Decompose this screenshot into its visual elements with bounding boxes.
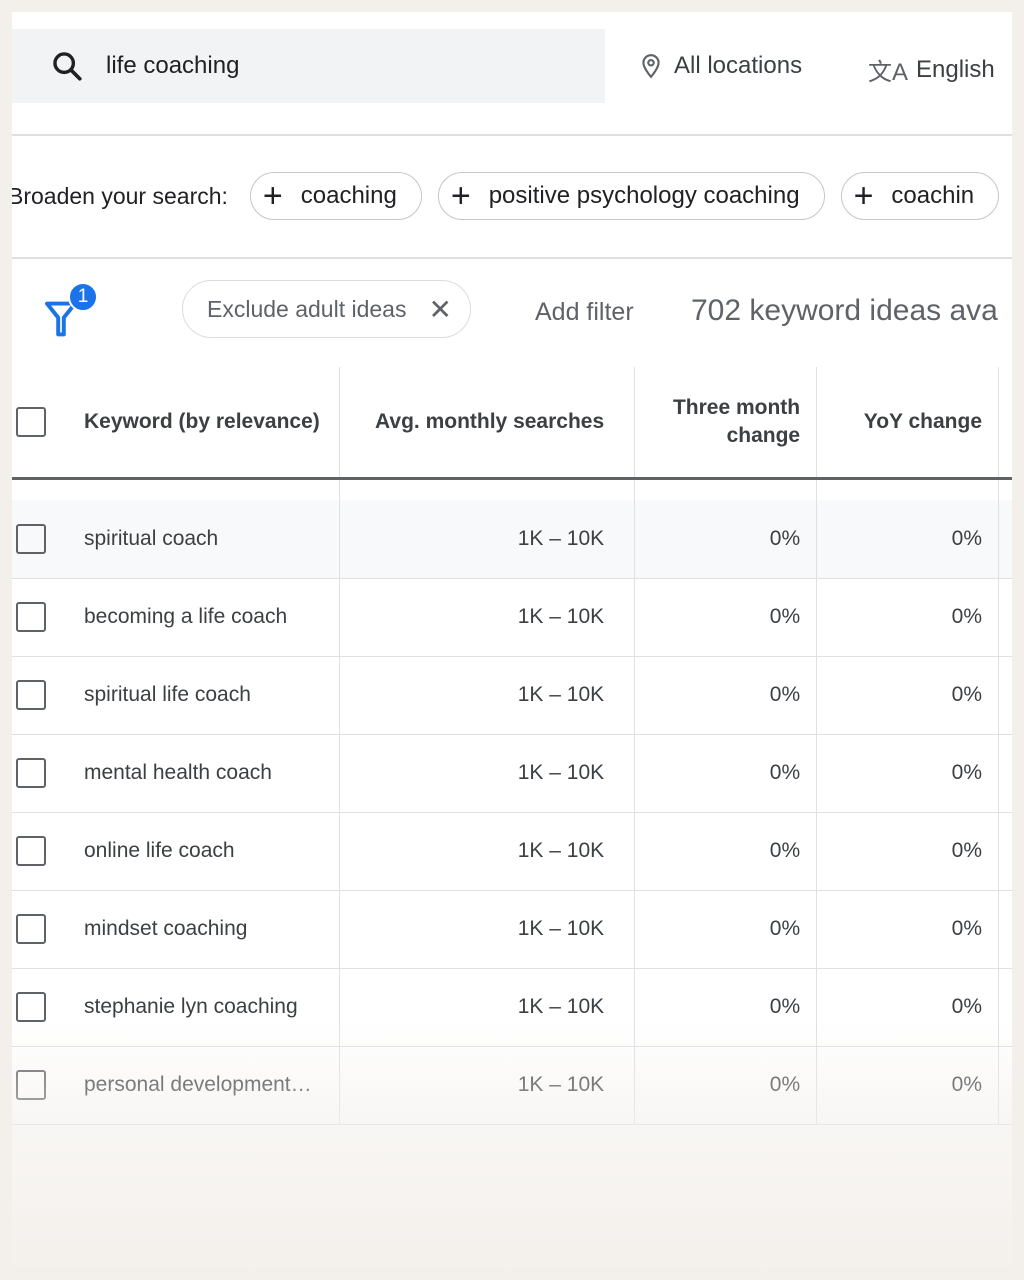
- three-month-change-cell: 0%: [634, 656, 818, 735]
- search-icon: [53, 52, 82, 81]
- extra-cell: [998, 968, 1012, 1047]
- filter-row: 1 Exclude adult ideas ✕ Add filter 702 k…: [12, 272, 1012, 372]
- extra-cell: [998, 578, 1012, 657]
- yoy-change-cell: 0%: [816, 968, 1000, 1047]
- yoy-change-cell: 0%: [816, 656, 1000, 735]
- add-filter-button[interactable]: Add filter: [535, 298, 634, 327]
- three-month-change-cell: 0%: [634, 734, 818, 813]
- plus-icon: +: [450, 177, 471, 215]
- avg-searches-cell: 1K – 10K: [339, 812, 636, 891]
- table-row[interactable]: becoming a life coach 1K – 10K 0% 0%: [12, 578, 1012, 657]
- yoy-change-cell: 0%: [816, 1046, 1000, 1125]
- spacer-row: [12, 478, 1012, 500]
- keyword-cell: spiritual coach: [84, 526, 219, 550]
- extra-cell: [998, 734, 1012, 813]
- three-month-change-cell: 0%: [634, 578, 818, 657]
- table-header: Keyword (by relevance) Avg. monthly sear…: [12, 367, 1012, 480]
- avg-searches-cell: 1K – 10K: [339, 1046, 636, 1125]
- extra-cell: [998, 812, 1012, 891]
- table-row[interactable]: personal development… 1K – 10K 0% 0%: [12, 1046, 1012, 1125]
- location-label: All locations: [674, 52, 803, 79]
- row-checkbox[interactable]: [16, 680, 46, 710]
- extra-cell: [998, 500, 1012, 579]
- column-header-three-month[interactable]: Three month change: [634, 367, 818, 480]
- translate-icon: 文A: [868, 59, 909, 86]
- extra-cell: [998, 1046, 1012, 1125]
- keyword-cell: online life coach: [84, 839, 235, 862]
- column-header-keyword[interactable]: Keyword (by relevance): [84, 410, 320, 434]
- avg-searches-cell: 1K – 10K: [339, 578, 636, 657]
- broaden-chip[interactable]: + coachin: [840, 172, 1000, 220]
- chip-label: coachin: [891, 182, 975, 209]
- table-row[interactable]: spiritual coach 1K – 10K 0% 0%: [12, 500, 1012, 579]
- row-checkbox[interactable]: [16, 1070, 46, 1100]
- broaden-chip[interactable]: + coaching: [249, 172, 422, 220]
- location-pin-icon: [642, 54, 660, 79]
- extra-cell: [998, 656, 1012, 735]
- broaden-search-row: Broaden your search: + coaching + positive…: [12, 172, 1012, 220]
- row-checkbox[interactable]: [16, 523, 46, 554]
- column-header-yoy[interactable]: YoY change: [816, 367, 1000, 480]
- three-month-change-cell: 0%: [634, 1046, 818, 1125]
- row-checkbox[interactable]: [16, 992, 46, 1022]
- keyword-cell: mental health coach: [84, 761, 272, 784]
- table-row[interactable]: mindset coaching 1K – 10K 0% 0%: [12, 890, 1012, 969]
- avg-searches-cell: 1K – 10K: [339, 656, 636, 735]
- divider: [12, 134, 1012, 136]
- filter-chip-exclude-adult[interactable]: Exclude adult ideas ✕: [182, 280, 471, 338]
- location-selector[interactable]: All locations: [638, 52, 802, 80]
- keyword-cell: becoming a life coach: [84, 605, 288, 628]
- language-selector[interactable]: 文A English: [868, 52, 995, 87]
- keyword-planner-panel: life coaching All locations 文A English B…: [12, 12, 1012, 1268]
- column-header-more: [998, 367, 1012, 480]
- filter-count-badge: 1: [68, 282, 98, 312]
- yoy-change-cell: 0%: [816, 890, 1000, 969]
- divider: [12, 257, 1012, 259]
- keyword-cell: personal development…: [84, 1073, 312, 1096]
- table-row[interactable]: spiritual life coach 1K – 10K 0% 0%: [12, 656, 1012, 735]
- broaden-label: Broaden your search:: [12, 182, 228, 209]
- yoy-change-cell: 0%: [816, 578, 1000, 657]
- plus-icon: +: [262, 177, 283, 215]
- row-checkbox[interactable]: [16, 602, 46, 632]
- three-month-change-cell: 0%: [634, 500, 818, 579]
- chip-label: positive psychology coaching: [488, 182, 800, 209]
- results-count: 702 keyword ideas ava: [691, 294, 998, 327]
- keyword-cell: stephanie lyn coaching: [84, 995, 298, 1018]
- avg-searches-cell: 1K – 10K: [339, 500, 636, 579]
- close-icon[interactable]: ✕: [428, 293, 451, 326]
- keyword-table: Keyword (by relevance) Avg. monthly sear…: [12, 367, 1012, 1125]
- plus-icon: +: [853, 177, 874, 215]
- avg-searches-cell: 1K – 10K: [339, 968, 636, 1047]
- table-row[interactable]: mental health coach 1K – 10K 0% 0%: [12, 734, 1012, 813]
- three-month-change-cell: 0%: [634, 968, 818, 1047]
- chip-label: coaching: [300, 182, 397, 209]
- yoy-change-cell: 0%: [816, 734, 1000, 813]
- three-month-change-cell: 0%: [634, 890, 818, 969]
- yoy-change-cell: 0%: [816, 500, 1000, 579]
- broaden-chip[interactable]: + positive psychology coaching: [437, 172, 825, 220]
- table-row[interactable]: stephanie lyn coaching 1K – 10K 0% 0%: [12, 968, 1012, 1047]
- three-month-change-cell: 0%: [634, 812, 818, 891]
- column-header-avg-searches[interactable]: Avg. monthly searches: [339, 367, 636, 480]
- filter-chip-label: Exclude adult ideas: [207, 295, 407, 322]
- row-checkbox[interactable]: [16, 758, 46, 788]
- row-checkbox[interactable]: [16, 914, 46, 944]
- avg-searches-cell: 1K – 10K: [339, 734, 636, 813]
- select-all-checkbox[interactable]: [16, 406, 46, 437]
- keyword-cell: mindset coaching: [84, 917, 248, 940]
- avg-searches-cell: 1K – 10K: [339, 890, 636, 969]
- language-label: English: [916, 55, 995, 83]
- search-input[interactable]: life coaching: [12, 29, 605, 103]
- keyword-cell: spiritual life coach: [84, 683, 251, 706]
- search-query: life coaching: [106, 52, 240, 79]
- row-checkbox[interactable]: [16, 836, 46, 866]
- yoy-change-cell: 0%: [816, 812, 1000, 891]
- extra-cell: [998, 890, 1012, 969]
- table-row[interactable]: online life coach 1K – 10K 0% 0%: [12, 812, 1012, 891]
